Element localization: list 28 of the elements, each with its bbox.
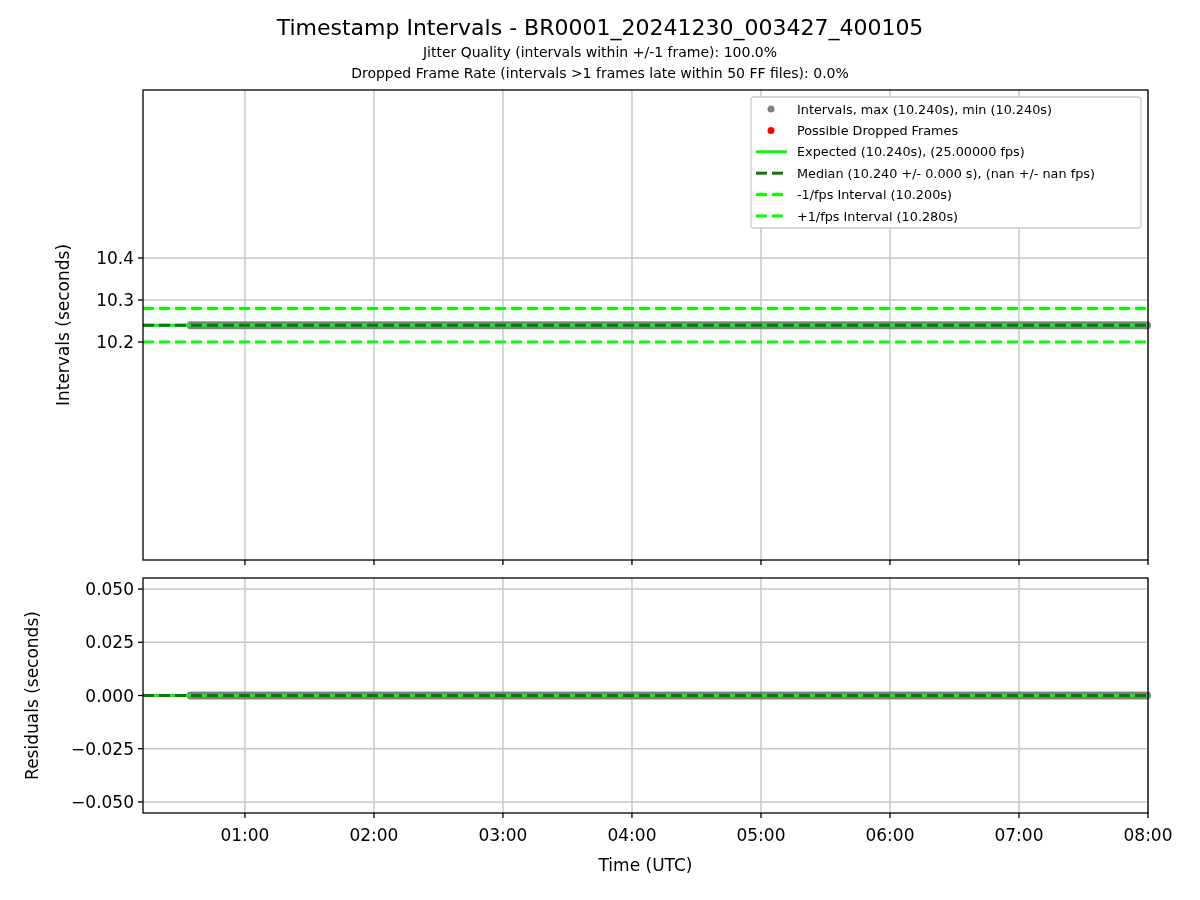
tick-label: 0.000 [85, 685, 134, 706]
tick-label: 0.025 [85, 632, 134, 653]
legend-label: -1/fps Interval (10.200s) [797, 187, 952, 203]
tick-label: 06:00 [865, 825, 915, 845]
tick-label: 10.3 [96, 290, 134, 310]
tick-label: 07:00 [994, 825, 1044, 845]
tick-label: −0.050 [71, 791, 134, 812]
tick-label: −0.025 [71, 738, 134, 759]
tick-label: 05:00 [736, 825, 786, 845]
legend-label: Median (10.240 +/- 0.000 s), (nan +/- nan fps) [797, 165, 1095, 181]
chart-subtitle: Jitter Quality (intervals within +/-1 frame): 100.0% [422, 43, 778, 62]
chart-title: Timestamp Intervals - BR0001_20241230_003427_400105 [276, 14, 924, 42]
tick-label: 02:00 [349, 825, 399, 845]
tick-label: 08:00 [1123, 825, 1173, 845]
legend-label: +1/fps Interval (10.280s) [797, 208, 959, 224]
legend-label: Intervals, max (10.240s), min (10.240s) [797, 101, 1052, 117]
tick-label: 01:00 [220, 825, 270, 845]
axis-title: Residuals (seconds) [22, 611, 42, 780]
axis-title: Intervals (seconds) [53, 243, 73, 407]
tick-label: 04:00 [607, 825, 657, 845]
chart-subtitle: Dropped Frame Rate (intervals >1 frames late within 50 FF files): 0.0% [351, 64, 849, 83]
legend-label: Possible Dropped Frames [797, 122, 959, 138]
tick-label: 10.2 [96, 332, 134, 352]
tick-label: 0.050 [85, 579, 134, 600]
tick-label: 03:00 [478, 825, 528, 845]
tick-label: 10.4 [96, 248, 134, 268]
axis-title: Time (UTC) [598, 855, 693, 875]
legend-label: Expected (10.240s), (25.00000 fps) [797, 144, 1025, 160]
